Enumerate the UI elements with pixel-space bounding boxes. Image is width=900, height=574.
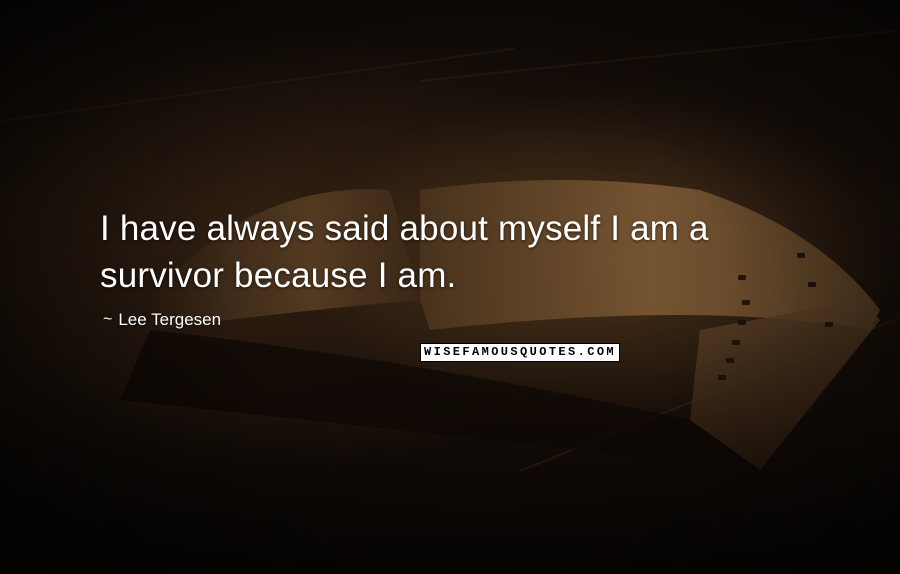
quote-image: I have always said about myself I am a s…: [0, 0, 900, 574]
quote-text: I have always said about myself I am a s…: [100, 209, 709, 295]
site-watermark: WISEFAMOUSQUOTES.COM: [420, 343, 621, 362]
author-attribution: ~ Lee Tergesen: [103, 310, 221, 330]
author-prefix: ~: [103, 311, 113, 328]
author-name: Lee Tergesen: [118, 310, 222, 329]
